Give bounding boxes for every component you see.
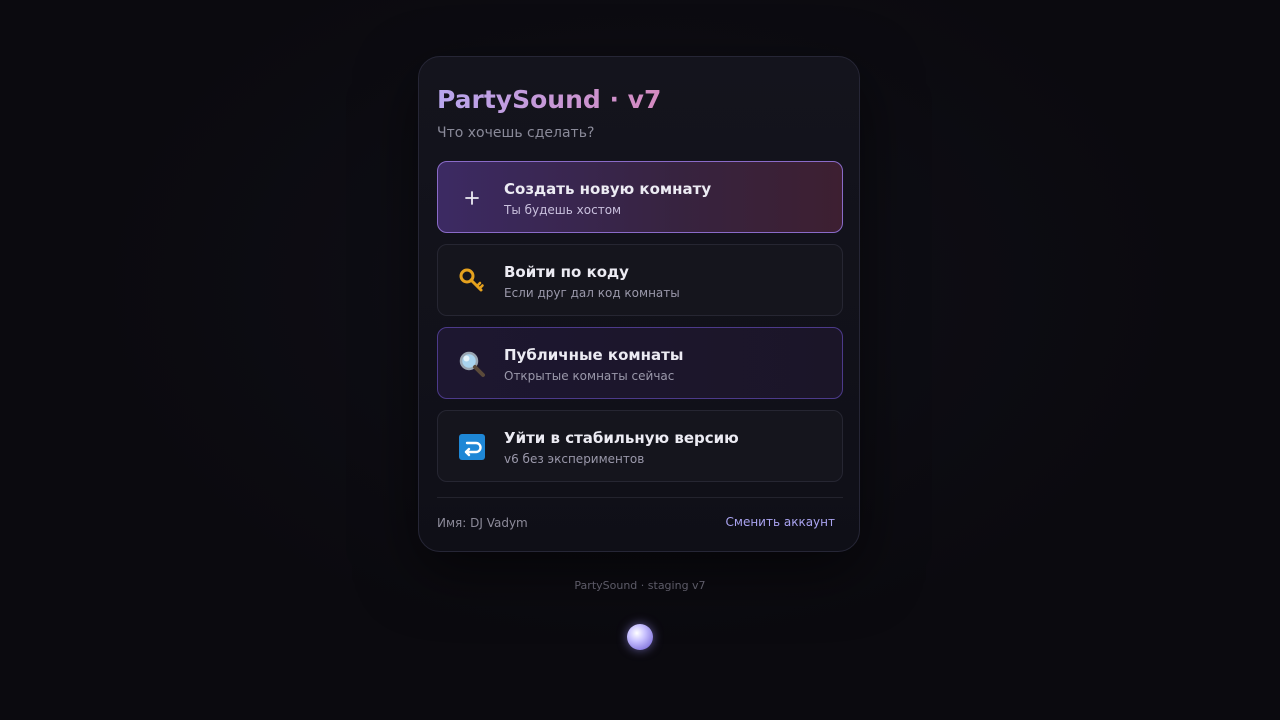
join-by-code-button[interactable]: Войти по коду Если друг дал код комнаты xyxy=(437,244,843,316)
page: PartySound · v7 Что хочешь сделать? Созд… xyxy=(0,0,1280,720)
join-by-code-title: Войти по коду xyxy=(504,263,629,281)
menu-card: PartySound · v7 Что хочешь сделать? Созд… xyxy=(418,56,860,552)
stable-version-button[interactable]: Уйти в стабильную версию v6 без эксперим… xyxy=(437,410,843,482)
create-room-button[interactable]: Создать новую комнату Ты будешь хостом xyxy=(437,161,843,233)
public-rooms-subtitle: Открытые комнаты сейчас xyxy=(504,369,675,383)
join-by-code-subtitle: Если друг дал код комнаты xyxy=(504,286,680,300)
page-subtitle: Что хочешь сделать? xyxy=(437,125,595,141)
create-room-title: Создать новую комнату xyxy=(504,180,712,198)
user-name-label: Имя: DJ Vadym xyxy=(437,516,528,530)
stable-version-title: Уйти в стабильную версию xyxy=(504,429,739,447)
stable-version-subtitle: v6 без экспериментов xyxy=(504,452,645,466)
orb-button[interactable] xyxy=(627,624,653,650)
key-icon xyxy=(456,265,488,297)
public-rooms-button[interactable]: Публичные комнаты Открытые комнаты сейча… xyxy=(437,327,843,399)
return-arrow-icon xyxy=(456,431,488,463)
magnifier-icon xyxy=(456,348,488,380)
plus-icon xyxy=(456,182,488,214)
footer-divider xyxy=(437,497,843,498)
create-room-subtitle: Ты будешь хостом xyxy=(504,203,622,217)
switch-account-link[interactable]: Сменить аккаунт xyxy=(726,514,835,530)
public-rooms-title: Публичные комнаты xyxy=(504,346,684,364)
build-caption: PartySound · staging v7 xyxy=(574,579,706,592)
app-title: PartySound · v7 xyxy=(437,83,661,117)
